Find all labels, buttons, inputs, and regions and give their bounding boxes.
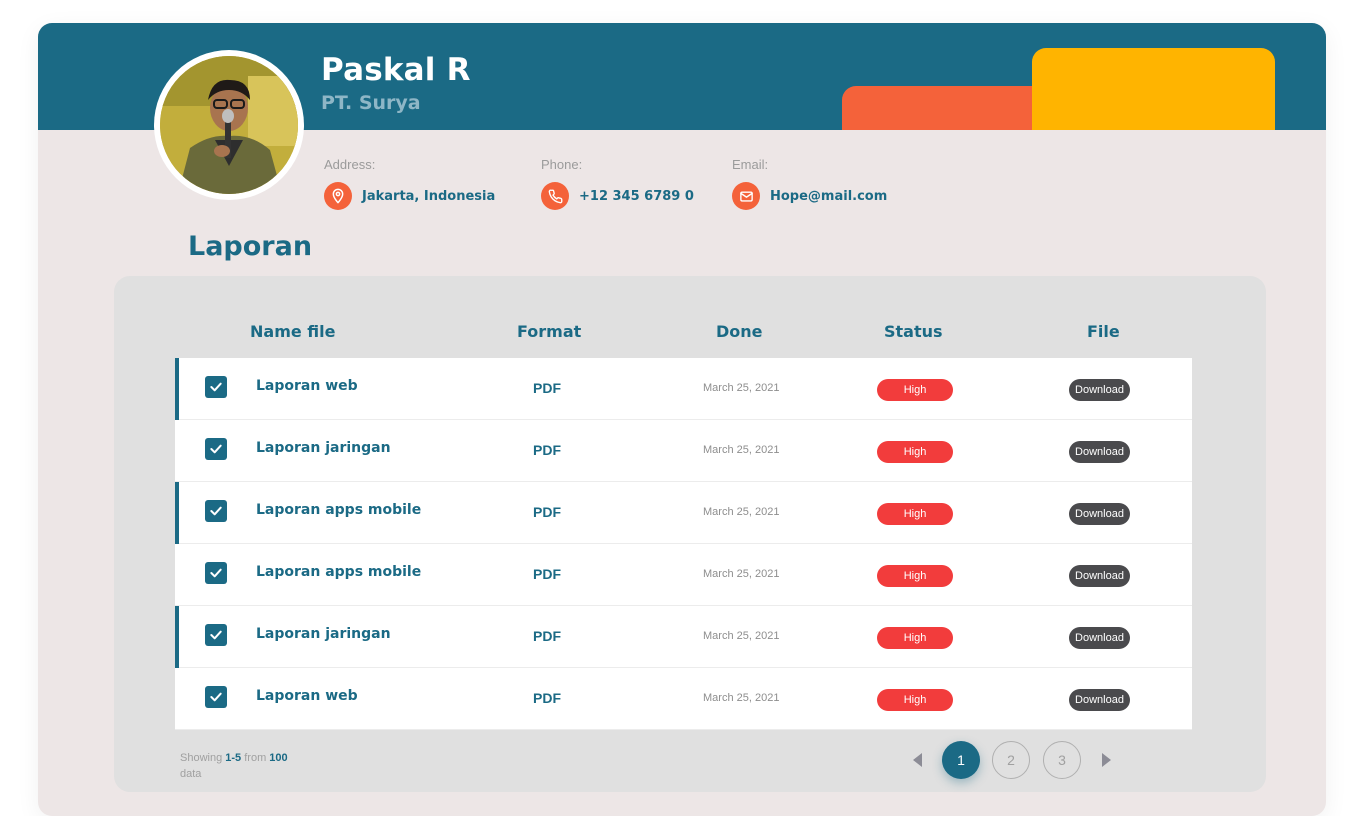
page-button-3[interactable]: 3 [1043, 741, 1081, 779]
download-button[interactable]: Download [1069, 379, 1130, 401]
report-table-body: Laporan web PDF March 25, 2021 High Down… [175, 358, 1192, 730]
checkbox-checked-icon[interactable] [205, 624, 227, 646]
phone-label: Phone: [541, 157, 583, 172]
caret-left-icon[interactable] [908, 750, 928, 770]
download-button[interactable]: Download [1069, 503, 1130, 525]
download-button[interactable]: Download [1069, 441, 1130, 463]
checkbox-checked-icon[interactable] [205, 500, 227, 522]
status-badge: High [877, 441, 953, 463]
done-date: March 25, 2021 [703, 506, 780, 518]
status-badge: High [877, 503, 953, 525]
file-name: Laporan jaringan [256, 440, 391, 456]
address-label: Address: [324, 157, 376, 172]
email-info: Email: Hope@mail.com [732, 157, 887, 210]
phone-icon [541, 182, 569, 210]
checkbox-checked-icon[interactable] [205, 562, 227, 584]
file-format: PDF [533, 628, 561, 644]
done-date: March 25, 2021 [703, 630, 780, 642]
done-date: March 25, 2021 [703, 568, 780, 580]
decorative-orange-block [842, 86, 1052, 130]
file-name: Laporan apps mobile [256, 502, 422, 518]
status-badge: High [877, 379, 953, 401]
checkbox-checked-icon[interactable] [205, 438, 227, 460]
caret-right-icon[interactable] [1097, 750, 1117, 770]
email-value[interactable]: Hope@mail.com [770, 189, 887, 204]
column-header-format[interactable]: Format [517, 322, 581, 341]
table-row[interactable]: Laporan jaringan PDF March 25, 2021 High… [175, 606, 1192, 668]
file-format: PDF [533, 566, 561, 582]
table-row[interactable]: Laporan web PDF March 25, 2021 High Down… [175, 668, 1192, 730]
file-format: PDF [533, 690, 561, 706]
showing-range: 1-5 [225, 752, 242, 764]
done-date: March 25, 2021 [703, 382, 780, 394]
mail-icon [732, 182, 760, 210]
column-header-status[interactable]: Status [884, 322, 943, 341]
map-pin-icon [324, 182, 352, 210]
showing-total: 100 [269, 752, 288, 764]
checkbox-checked-icon[interactable] [205, 376, 227, 398]
section-title: Laporan [188, 231, 313, 262]
table-row[interactable]: Laporan apps mobile PDF March 25, 2021 H… [175, 544, 1192, 606]
showing-suffix: data [180, 768, 202, 780]
decorative-yellow-block [1032, 48, 1275, 130]
download-button[interactable]: Download [1069, 627, 1130, 649]
file-name: Laporan web [256, 378, 358, 394]
address-value: Jakarta, Indonesia [362, 188, 496, 204]
done-date: March 25, 2021 [703, 444, 780, 456]
page-button-1[interactable]: 1 [942, 741, 980, 779]
showing-prefix: Showing [180, 752, 223, 764]
file-format: PDF [533, 380, 561, 396]
checkbox-checked-icon[interactable] [205, 686, 227, 708]
page-button-2[interactable]: 2 [992, 741, 1030, 779]
profile-company: PT. Surya [321, 92, 421, 114]
avatar-photo [160, 56, 298, 194]
file-format: PDF [533, 504, 561, 520]
phone-value: +12 345 6789 0 [579, 188, 694, 204]
status-badge: High [877, 689, 953, 711]
pagination-summary: Showing 1-5 from 100 data [180, 750, 320, 782]
status-badge: High [877, 565, 953, 587]
file-name: Laporan apps mobile [256, 564, 422, 580]
person-photo-icon [160, 56, 298, 194]
table-row[interactable]: Laporan web PDF March 25, 2021 High Down… [175, 358, 1192, 420]
download-button[interactable]: Download [1069, 565, 1130, 587]
download-button[interactable]: Download [1069, 689, 1130, 711]
table-row[interactable]: Laporan jaringan PDF March 25, 2021 High… [175, 420, 1192, 482]
email-label: Email: [732, 157, 769, 172]
column-header-file[interactable]: File [1087, 322, 1120, 341]
address-info: Address: Jakarta, Indonesia [324, 157, 495, 210]
column-header-done[interactable]: Done [716, 322, 763, 341]
table-row[interactable]: Laporan apps mobile PDF March 25, 2021 H… [175, 482, 1192, 544]
file-name: Laporan jaringan [256, 626, 391, 642]
profile-name: Paskal R [321, 52, 471, 88]
done-date: March 25, 2021 [703, 692, 780, 704]
phone-info: Phone: +12 345 6789 0 [541, 157, 694, 210]
avatar[interactable] [154, 50, 304, 200]
status-badge: High [877, 627, 953, 649]
showing-from: from [244, 752, 267, 764]
column-header-name[interactable]: Name file [250, 322, 335, 341]
file-format: PDF [533, 442, 561, 458]
file-name: Laporan web [256, 688, 358, 704]
